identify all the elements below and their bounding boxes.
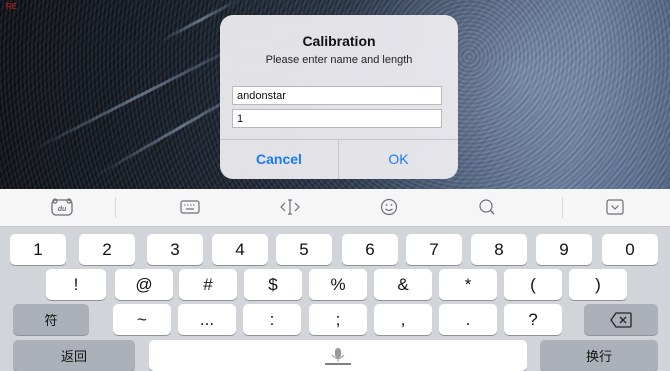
key-0[interactable]: 0	[602, 234, 658, 265]
key-1[interactable]: 1	[10, 234, 66, 265]
key-comma[interactable]: ,	[374, 304, 432, 335]
space-key[interactable]	[149, 340, 527, 371]
camera-label: RE	[6, 2, 18, 11]
key-at[interactable]: @	[115, 269, 173, 300]
key-dollar[interactable]: $	[244, 269, 302, 300]
key-2[interactable]: 2	[79, 234, 135, 265]
backspace-key[interactable]	[584, 304, 658, 335]
toolbar-divider	[562, 197, 563, 218]
symbol-key[interactable]: 符	[13, 304, 89, 335]
key-3[interactable]: 3	[147, 234, 203, 265]
backspace-icon	[610, 311, 632, 328]
emoji-icon[interactable]	[377, 196, 401, 218]
dialog-message: Please enter name and length	[265, 54, 413, 66]
cursor-move-icon[interactable]	[278, 196, 302, 218]
keyboard-toolbar: du	[0, 189, 670, 227]
key-question[interactable]: ?	[504, 304, 562, 335]
key-6[interactable]: 6	[342, 234, 398, 265]
key-5[interactable]: 5	[276, 234, 332, 265]
toolbar-divider	[115, 197, 116, 218]
calibration-dialog: Calibration Please enter name and length…	[220, 15, 458, 179]
svg-text:du: du	[58, 206, 67, 213]
key-exclamation[interactable]: !	[46, 269, 106, 300]
key-percent[interactable]: %	[309, 269, 367, 300]
baidu-logo-icon[interactable]: du	[50, 196, 74, 218]
key-ellipsis[interactable]: ...	[178, 304, 236, 335]
key-open-paren[interactable]: (	[504, 269, 562, 300]
cancel-button[interactable]: Cancel	[220, 140, 338, 179]
key-9[interactable]: 9	[536, 234, 592, 265]
key-close-paren[interactable]: )	[569, 269, 627, 300]
key-period[interactable]: .	[439, 304, 497, 335]
name-field[interactable]: andonstar	[232, 86, 442, 105]
key-semicolon[interactable]: ;	[309, 304, 367, 335]
microphone-icon	[325, 347, 351, 365]
key-colon[interactable]: :	[243, 304, 301, 335]
return-key[interactable]: 换行	[540, 340, 658, 371]
back-key[interactable]: 返回	[13, 340, 135, 371]
ok-button[interactable]: OK	[339, 140, 458, 179]
keyboard: du 1 2 3 4 5 6 7 8 9 0 ! @ # $ % & * ( )…	[0, 189, 670, 371]
key-7[interactable]: 7	[406, 234, 462, 265]
key-8[interactable]: 8	[471, 234, 527, 265]
length-field[interactable]: 1	[232, 109, 442, 128]
key-hash[interactable]: #	[179, 269, 237, 300]
keyboard-icon[interactable]	[178, 196, 202, 218]
key-ampersand[interactable]: &	[374, 269, 432, 300]
key-asterisk[interactable]: *	[439, 269, 497, 300]
hide-keyboard-icon[interactable]	[603, 196, 627, 218]
dialog-title: Calibration	[302, 33, 376, 49]
key-tilde[interactable]: ~	[113, 304, 171, 335]
search-icon[interactable]	[475, 196, 499, 218]
key-4[interactable]: 4	[212, 234, 268, 265]
